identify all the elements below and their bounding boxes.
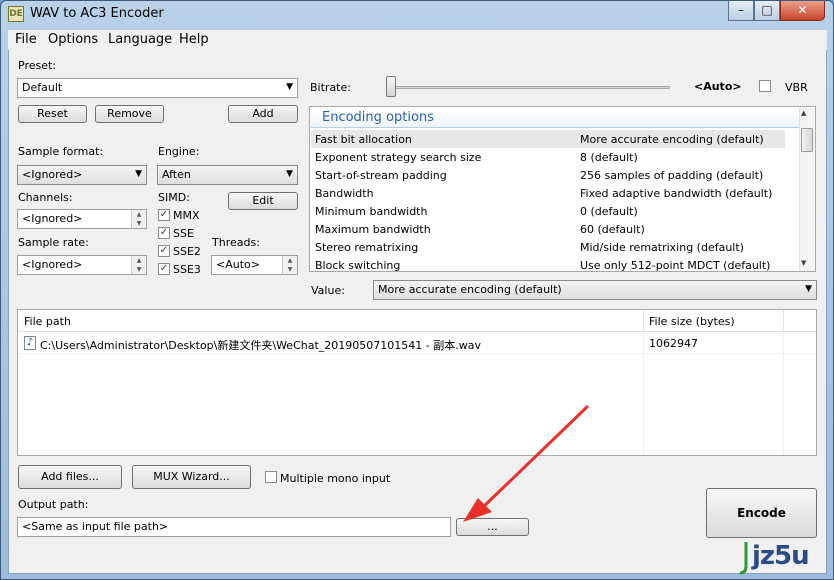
title-bar[interactable]: DE WAV to AC3 Encoder – □ ✕ [0, 0, 834, 30]
file-size-cell: 1062947 [649, 337, 698, 350]
vbr-label: VBR [785, 81, 808, 94]
bitrate-slider-track[interactable] [386, 86, 670, 89]
remove-button[interactable]: Remove [95, 105, 164, 123]
option-name[interactable]: Block switching [315, 259, 400, 272]
encode-button[interactable]: Encode [706, 488, 817, 538]
scroll-up-icon[interactable]: ▲ [801, 109, 806, 117]
column-divider[interactable] [783, 310, 784, 332]
bitrate-value: <Auto> [694, 80, 742, 93]
bitrate-slider-thumb[interactable] [386, 76, 396, 97]
channels-spinner[interactable]: <Ignored> ▲ ▼ [17, 209, 147, 229]
option-name[interactable]: Bandwidth [315, 187, 374, 200]
option-value[interactable]: Fixed adaptive bandwidth (default) [580, 187, 772, 200]
option-name[interactable]: Maximum bandwidth [315, 223, 431, 236]
preset-select[interactable]: Default ▼ [17, 78, 298, 98]
add-preset-button[interactable]: Add [228, 105, 298, 123]
option-name[interactable]: Minimum bandwidth [315, 205, 427, 218]
chevron-down-icon: ▼ [286, 169, 293, 179]
browse-button[interactable]: ... [456, 518, 529, 536]
multiple-mono-checkbox[interactable] [265, 471, 277, 483]
engine-label: Engine: [158, 145, 200, 158]
sample-format-label: Sample format: [18, 145, 104, 158]
window-title: WAV to AC3 Encoder [30, 6, 164, 21]
mux-wizard-button[interactable]: MUX Wizard... [132, 465, 251, 489]
spinner-arrows-icon[interactable]: ▲ ▼ [131, 210, 146, 228]
threads-value: <Auto> [216, 258, 260, 271]
options-scroll-thumb[interactable] [801, 128, 813, 152]
sample-rate-spinner[interactable]: <Ignored> ▲ ▼ [17, 255, 147, 275]
simd-label: SIMD: [158, 191, 190, 204]
chevron-down-icon: ▼ [805, 284, 812, 294]
preset-value: Default [22, 81, 63, 94]
reset-button[interactable]: Reset [18, 105, 87, 123]
option-name[interactable]: Start-of-stream padding [315, 169, 447, 182]
output-path-label: Output path: [18, 498, 89, 511]
option-name[interactable]: Exponent strategy search size [315, 151, 481, 164]
sample-format-value: <Ignored> [22, 168, 83, 181]
edit-button[interactable]: Edit [228, 192, 298, 210]
chevron-down-icon: ▼ [135, 169, 142, 179]
sse-checkbox[interactable]: ✓ [158, 227, 170, 239]
sample-rate-value: <Ignored> [22, 258, 83, 271]
sse2-checkbox[interactable]: ✓ [158, 245, 170, 257]
menu-file[interactable]: File [15, 32, 37, 47]
threads-label: Threads: [212, 236, 260, 249]
option-value[interactable]: More accurate encoding (default) [580, 133, 764, 146]
mmx-checkbox[interactable]: ✓ [158, 209, 170, 221]
spinner-arrows-icon[interactable]: ▲ ▼ [282, 256, 297, 274]
watermark-logo-mark [738, 540, 750, 576]
option-value[interactable]: 0 (default) [580, 205, 638, 218]
vbr-checkbox[interactable] [759, 80, 771, 92]
minimize-button[interactable]: – [728, 1, 754, 21]
preset-label: Preset: [18, 59, 57, 72]
close-button[interactable]: ✕ [780, 1, 825, 21]
menu-language[interactable]: Language [108, 32, 172, 47]
chevron-down-icon: ▼ [286, 82, 293, 92]
engine-value: Aften [162, 168, 191, 181]
channels-value: <Ignored> [22, 212, 83, 225]
output-path-input[interactable]: <Same as input file path> [17, 517, 451, 537]
option-value[interactable]: 60 (default) [580, 223, 645, 236]
option-value[interactable]: Mid/side rematrixing (default) [580, 241, 744, 254]
output-path-value: <Same as input file path> [22, 520, 169, 533]
multiple-mono-label: Multiple mono input [280, 472, 391, 485]
channels-label: Channels: [18, 191, 73, 204]
option-name[interactable]: Fast bit allocation [315, 133, 412, 146]
file-path-cell: C:\Users\Administrator\Desktop\新建文件夹\WeC… [40, 339, 481, 352]
sample-rate-label: Sample rate: [18, 236, 89, 249]
encoding-options-title: Encoding options [322, 110, 434, 125]
value-select[interactable]: More accurate encoding (default) ▼ [373, 280, 817, 300]
sse2-label: SSE2 [173, 245, 201, 258]
option-name[interactable]: Stereo rematrixing [315, 241, 418, 254]
sample-format-select[interactable]: <Ignored> ▼ [17, 165, 147, 185]
menu-options[interactable]: Options [48, 32, 98, 47]
audio-file-icon: ♪ [24, 336, 36, 350]
sse3-checkbox[interactable]: ✓ [158, 263, 170, 275]
value-label: Value: [311, 284, 345, 297]
value-selected: More accurate encoding (default) [378, 283, 562, 296]
column-gridline [783, 332, 784, 455]
engine-select[interactable]: Aften ▼ [157, 165, 298, 185]
threads-spinner[interactable]: <Auto> ▲ ▼ [211, 255, 298, 275]
option-value[interactable]: 8 (default) [580, 151, 638, 164]
sse-label: SSE [173, 227, 194, 240]
column-gridline [643, 332, 644, 455]
option-value[interactable]: 256 samples of padding (default) [580, 169, 763, 182]
column-header-file-path[interactable]: File path [24, 315, 71, 328]
spinner-arrows-icon[interactable]: ▲ ▼ [131, 256, 146, 274]
sse3-label: SSE3 [173, 263, 201, 276]
column-header-file-size[interactable]: File size (bytes) [649, 315, 735, 328]
scroll-down-icon[interactable]: ▼ [801, 259, 806, 267]
bitrate-label: Bitrate: [310, 81, 351, 94]
option-value[interactable]: Use only 512-point MDCT (default) [580, 259, 770, 272]
watermark-text: jz5u [752, 541, 810, 571]
menu-help[interactable]: Help [179, 32, 209, 47]
add-files-button[interactable]: Add files... [18, 465, 122, 489]
column-divider[interactable] [643, 310, 644, 332]
app-icon: DE [8, 6, 24, 22]
mmx-label: MMX [173, 209, 200, 222]
maximize-button[interactable]: □ [754, 1, 780, 21]
